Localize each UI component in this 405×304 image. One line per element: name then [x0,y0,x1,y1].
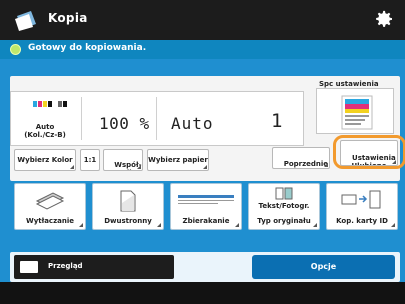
copy-ratio-button[interactable]: Współ- czynnik... [103,149,143,171]
previous-settings-button[interactable]: Poprzednie Ustawienia [272,147,330,169]
zoom-button[interactable]: Zbierakanie [170,183,242,230]
options-label: Opcje [310,262,337,271]
one-to-one-button[interactable]: 1:1 [80,149,100,171]
status-bar: Gotowy do kopiowania. [0,40,405,59]
two-sided-button[interactable]: Wytłaczanie [14,183,86,230]
color-mode-value: Auto (Kol./Cz-B) [24,123,66,139]
original-type-label: Typ oryginału [257,217,311,225]
settings-status-box: Auto (Kol./Cz-B) 100 % Auto 1 [10,91,304,146]
copy-screen: Kopia Gotowy do kopiowania. Auto (Kol./C… [0,0,405,304]
copies-value: 1 [271,110,283,132]
highlight-ring [333,135,405,169]
paper-value: Auto [171,114,214,133]
original-type-icon [275,187,293,200]
status-text: Gotowy do kopiowania. [28,43,147,53]
select-paper-button[interactable]: Wybierz papier [147,149,209,171]
preview-button[interactable]: Przegląd [14,255,174,279]
density-icon [120,190,136,212]
divider [156,97,157,140]
gear-icon[interactable] [371,7,395,31]
footer-bar [0,282,405,304]
id-card-icon [341,190,381,209]
preview-icon [20,261,38,273]
two-sided-label: Wytłaczanie [25,217,75,225]
select-color-button[interactable]: Wybierz Kolor [14,149,76,171]
zoom-icon [178,195,234,204]
divider [81,97,82,140]
spec-settings-card[interactable] [316,88,394,134]
title-bar: Kopia [0,0,405,40]
preview-label: Przegląd [48,262,83,270]
options-button[interactable]: Opcje [252,255,395,279]
copy-icon [15,11,36,31]
zoom-label: Zbierakanie [182,217,230,225]
id-card-copy-label: Kop. karty ID [336,217,388,225]
previous-settings-label: Poprzednie Ustawienia [283,160,329,168]
original-type-value: Tekst/Fotogr. [258,202,310,210]
density-label: Dwustronny [104,217,152,225]
page-title: Kopia [48,11,88,25]
original-type-button[interactable]: Tekst/Fotogr. Typ oryginału [248,183,320,230]
spec-settings-label: Spc ustawienia [319,80,379,88]
color-mode-cell: Auto (Kol./Cz-B) [11,92,81,145]
select-color-label: Wybierz Kolor [17,156,73,164]
id-card-copy-button[interactable]: Kop. karty ID [326,183,398,230]
status-ok-icon [10,44,21,55]
select-paper-label: Wybierz papier [148,156,208,164]
density-button[interactable]: Dwustronny [92,183,164,230]
color-mode-icon [33,101,67,107]
document-preview-icon [341,95,373,130]
two-sided-icon [35,192,65,210]
copy-ratio-value: 100 % [99,114,150,133]
one-to-one-label: 1:1 [83,156,97,164]
